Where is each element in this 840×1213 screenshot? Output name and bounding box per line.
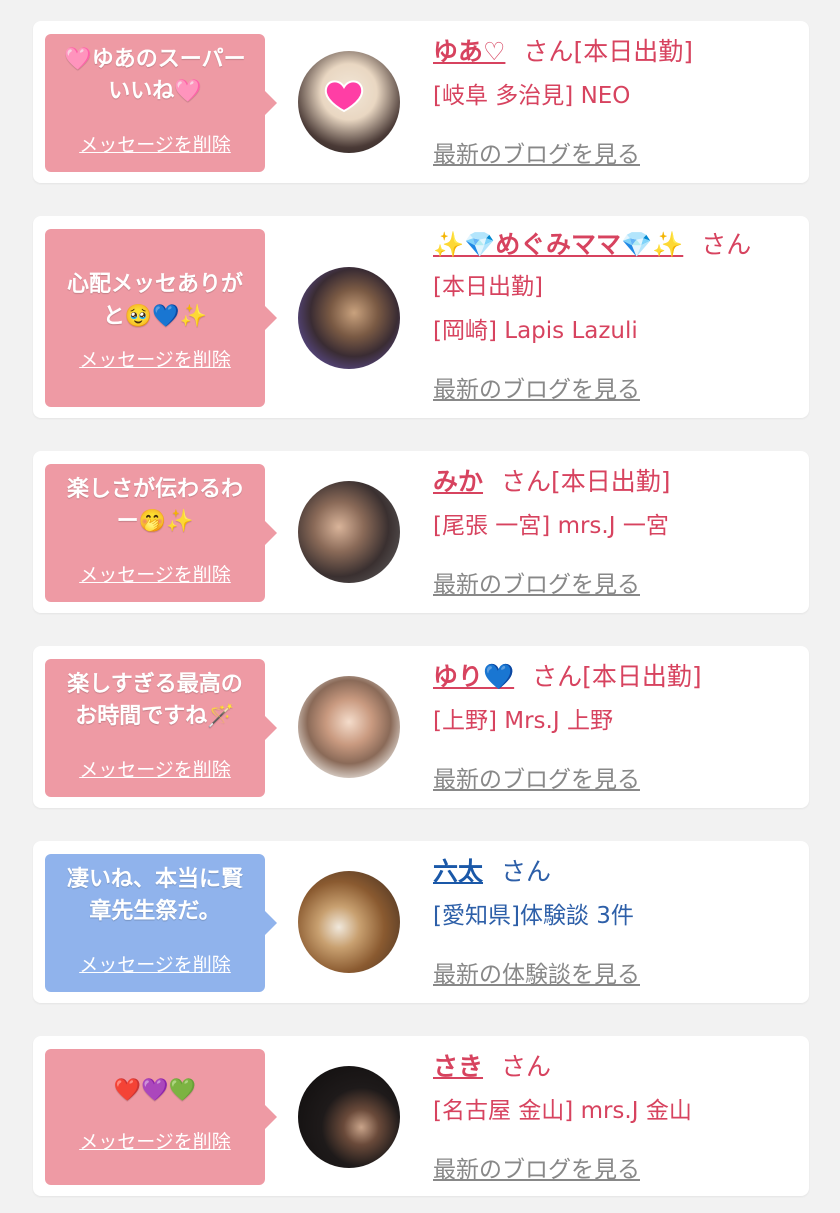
message-list: 🩷ゆあのスーパー いいね🩷 メッセージを削除 ゆあ♡ さん[本日出勤] [岐阜 多… [0,0,840,1213]
list-item: ❤️💜💚 メッセージを削除 さき さん [名古屋 金山] mrs.J 金山 最新の… [33,1036,809,1196]
honorific: さん [501,467,552,496]
honorific: さん [501,857,552,886]
avatar[interactable] [298,51,400,153]
cast-info: ✨💎めぐみママ💎✨ さん [本日出勤] [岡崎] Lapis Lazuli 最新の… [433,228,799,403]
cast-name-link[interactable]: みか [433,467,483,496]
list-item: 楽しすぎる最高の お時間ですね🪄 メッセージを削除 ゆり💙 さん[本日出勤] [上… [33,646,809,808]
cast-name-link[interactable]: ゆあ♡ [433,37,505,66]
cast-name-link[interactable]: さき [433,1052,483,1081]
shop-name: [岡崎] Lapis Lazuli [433,318,638,344]
honorific: さん [501,1052,552,1081]
delete-message-link[interactable]: メッセージを削除 [45,345,265,372]
reviewer-name-link[interactable]: 六太 [433,857,483,886]
message-text: 心配メッセありが と🥹💙✨ [66,272,243,329]
message-text: 凄いね、本当に賢 章先生祭だ。 [66,867,243,924]
list-item: 🩷ゆあのスーパー いいね🩷 メッセージを削除 ゆあ♡ さん[本日出勤] [岐阜 多… [33,21,809,183]
avatar[interactable] [298,871,400,973]
attendance-status: [本日出勤] [551,467,671,496]
latest-blog-link[interactable]: 最新のブログを見る [433,760,640,794]
shop-name: [岐阜 多治見] NEO [433,83,631,109]
shop-name: [名古屋 金山] mrs.J 金山 [433,1098,692,1124]
honorific: さん [523,37,574,66]
delete-message-link[interactable]: メッセージを削除 [45,755,265,782]
cast-info: みか さん[本日出勤] [尾張 一宮] mrs.J 一宮 最新のブログを見る [433,465,799,598]
list-item: 心配メッセありが と🥹💙✨ メッセージを削除 ✨💎めぐみママ💎✨ さん [本日出勤… [33,216,809,418]
heart-icon [324,80,364,113]
honorific: さん [701,230,752,259]
delete-message-link[interactable]: メッセージを削除 [45,950,265,977]
review-count: [愛知県]体験談 3件 [433,903,634,929]
message-bubble: 楽しすぎる最高の お時間ですね🪄 メッセージを削除 [45,659,277,797]
latest-blog-link[interactable]: 最新のブログを見る [433,565,640,599]
cast-info: ゆあ♡ さん[本日出勤] [岐阜 多治見] NEO 最新のブログを見る [433,35,799,168]
avatar[interactable] [298,676,400,778]
message-bubble: ❤️💜💚 メッセージを削除 [45,1049,277,1185]
message-text: 楽しさが伝わるわ ー🤭✨ [66,477,243,534]
message-bubble: 心配メッセありが と🥹💙✨ メッセージを削除 [45,229,277,407]
message-bubble: 楽しさが伝わるわ ー🤭✨ メッセージを削除 [45,464,277,602]
avatar[interactable] [298,1066,400,1168]
message-bubble: 凄いね、本当に賢 章先生祭だ。 メッセージを削除 [45,854,277,992]
honorific: さん [532,662,583,691]
delete-message-link[interactable]: メッセージを削除 [45,1127,265,1154]
delete-message-link[interactable]: メッセージを削除 [45,130,265,157]
attendance-status: [本日出勤] [573,37,693,66]
cast-info: ゆり💙 さん[本日出勤] [上野] Mrs.J 上野 最新のブログを見る [433,660,799,793]
shop-name: [尾張 一宮] mrs.J 一宮 [433,513,669,539]
cast-info: さき さん [名古屋 金山] mrs.J 金山 最新のブログを見る [433,1050,799,1183]
attendance-status: [本日出勤] [582,662,702,691]
latest-review-link[interactable]: 最新の体験談を見る [433,955,640,989]
avatar[interactable] [298,267,400,369]
delete-message-link[interactable]: メッセージを削除 [45,560,265,587]
list-item: 凄いね、本当に賢 章先生祭だ。 メッセージを削除 六太 さん [愛知県]体験談 3… [33,841,809,1003]
cast-name-link[interactable]: ゆり💙 [433,662,514,691]
latest-blog-link[interactable]: 最新のブログを見る [433,370,640,404]
message-bubble: 🩷ゆあのスーパー いいね🩷 メッセージを削除 [45,34,277,172]
shop-name: [上野] Mrs.J 上野 [433,708,613,734]
cast-name-link[interactable]: ✨💎めぐみママ💎✨ [433,230,683,259]
reviewer-info: 六太 さん [愛知県]体験談 3件 最新の体験談を見る [433,855,799,988]
message-text: 🩷ゆあのスーパー いいね🩷 [64,47,246,104]
attendance-status: [本日出勤] [433,274,543,300]
latest-blog-link[interactable]: 最新のブログを見る [433,1150,640,1184]
message-text: ❤️💜💚 [113,1078,197,1103]
latest-blog-link[interactable]: 最新のブログを見る [433,135,640,169]
avatar[interactable] [298,481,400,583]
message-text: 楽しすぎる最高の お時間ですね🪄 [67,672,243,729]
list-item: 楽しさが伝わるわ ー🤭✨ メッセージを削除 みか さん[本日出勤] [尾張 一宮]… [33,451,809,613]
